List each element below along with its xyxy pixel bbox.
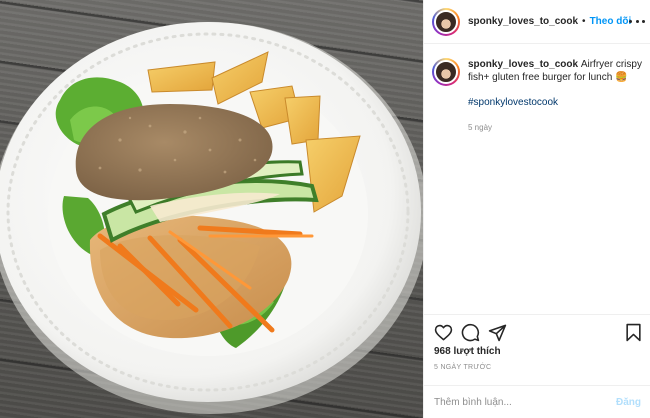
bookmark-icon[interactable] xyxy=(624,323,643,342)
post-date[interactable]: 5 NGÀY TRƯỚC xyxy=(434,364,491,371)
heart-icon[interactable] xyxy=(434,323,453,342)
burger-photo-illustration xyxy=(0,22,423,414)
post-header: sponky_loves_to_cook • Theo dõi xyxy=(424,0,650,44)
post-photo[interactable] xyxy=(0,0,423,418)
follow-button[interactable]: Theo dõi xyxy=(590,16,632,27)
send-icon[interactable] xyxy=(488,323,507,342)
more-horizontal-icon[interactable] xyxy=(629,14,645,28)
caption-age: 5 ngày xyxy=(468,123,493,132)
post-caption: sponky_loves_to_cook Airfryer crispy fis… xyxy=(432,58,644,134)
comment-form: Đăng xyxy=(424,385,650,418)
caption-username[interactable]: sponky_loves_to_cook xyxy=(468,59,581,70)
caption-hashtag[interactable]: #sponkylovestocook xyxy=(468,96,644,109)
like-count[interactable]: 968 lượt thích xyxy=(434,346,501,357)
post-side-panel: sponky_loves_to_cook • Theo dõi sponky_l… xyxy=(423,0,650,418)
comment-input[interactable] xyxy=(434,396,616,408)
comment-icon[interactable] xyxy=(461,323,480,342)
header-username[interactable]: sponky_loves_to_cook xyxy=(468,16,578,27)
post-comment-button[interactable]: Đăng xyxy=(616,397,641,408)
caption-avatar[interactable] xyxy=(432,58,460,86)
avatar[interactable] xyxy=(432,7,460,36)
header-separator: • xyxy=(582,16,586,27)
caption-body: sponky_loves_to_cook Airfryer crispy fis… xyxy=(468,58,644,134)
